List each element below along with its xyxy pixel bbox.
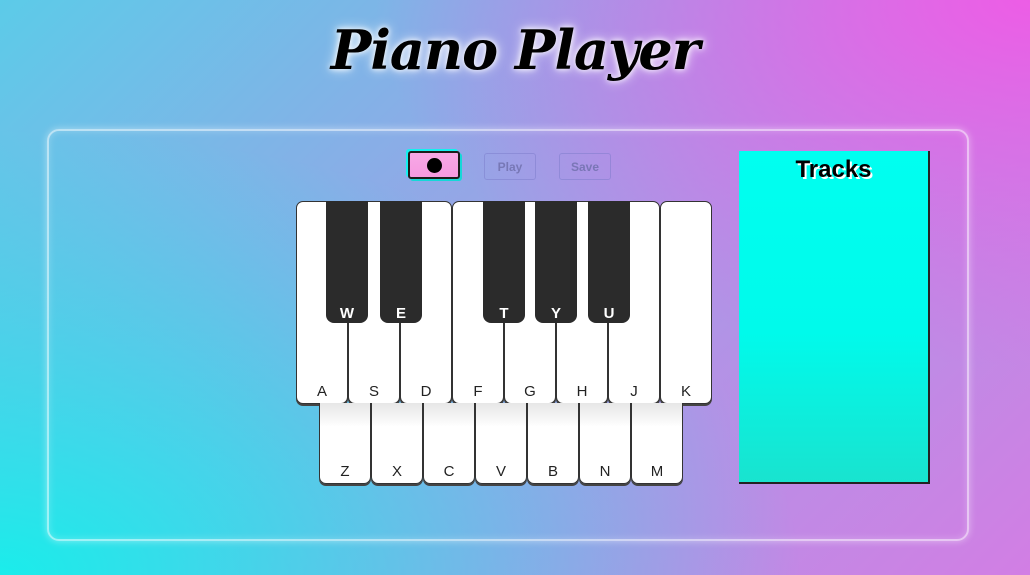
play-button[interactable]: Play — [484, 153, 536, 180]
key-label: J — [630, 383, 638, 400]
piano-key-e[interactable]: E — [380, 201, 422, 323]
key-label: E — [395, 305, 406, 322]
key-label: S — [368, 383, 379, 400]
key-label: C — [443, 463, 455, 480]
piano-key-m[interactable]: M — [631, 403, 683, 484]
key-label: A — [316, 383, 327, 400]
piano-key-w[interactable]: W — [326, 201, 368, 323]
piano-key-b[interactable]: B — [527, 403, 579, 484]
tracks-panel: Tracks — [739, 151, 930, 484]
key-label: F — [473, 383, 483, 400]
key-label: U — [603, 305, 615, 322]
save-button[interactable]: Save — [559, 153, 611, 180]
piano-key-k[interactable]: K — [660, 201, 712, 404]
key-label: V — [495, 463, 506, 480]
piano-key-n[interactable]: N — [579, 403, 631, 484]
tracks-title: Tracks — [795, 156, 872, 183]
key-label: K — [680, 383, 691, 400]
key-label: G — [524, 383, 536, 400]
key-label: H — [576, 383, 588, 400]
key-label: X — [391, 463, 402, 480]
piano-key-z[interactable]: Z — [319, 403, 371, 484]
key-label: B — [547, 463, 558, 480]
piano-key-u[interactable]: U — [588, 201, 630, 323]
key-label: Z — [340, 463, 350, 480]
piano-key-x[interactable]: X — [371, 403, 423, 484]
piano-key-y[interactable]: Y — [535, 201, 577, 323]
app-title: Piano Player — [330, 18, 700, 82]
piano-key-v[interactable]: V — [475, 403, 527, 484]
key-label: D — [420, 383, 432, 400]
key-label: N — [599, 463, 611, 480]
record-button[interactable] — [408, 151, 460, 179]
key-label: Y — [550, 305, 561, 322]
key-label: W — [339, 305, 355, 322]
piano-key-c[interactable]: C — [423, 403, 475, 484]
piano-key-t[interactable]: T — [483, 201, 525, 323]
key-label: T — [499, 305, 509, 322]
record-icon — [426, 157, 442, 173]
key-label: M — [650, 463, 664, 480]
